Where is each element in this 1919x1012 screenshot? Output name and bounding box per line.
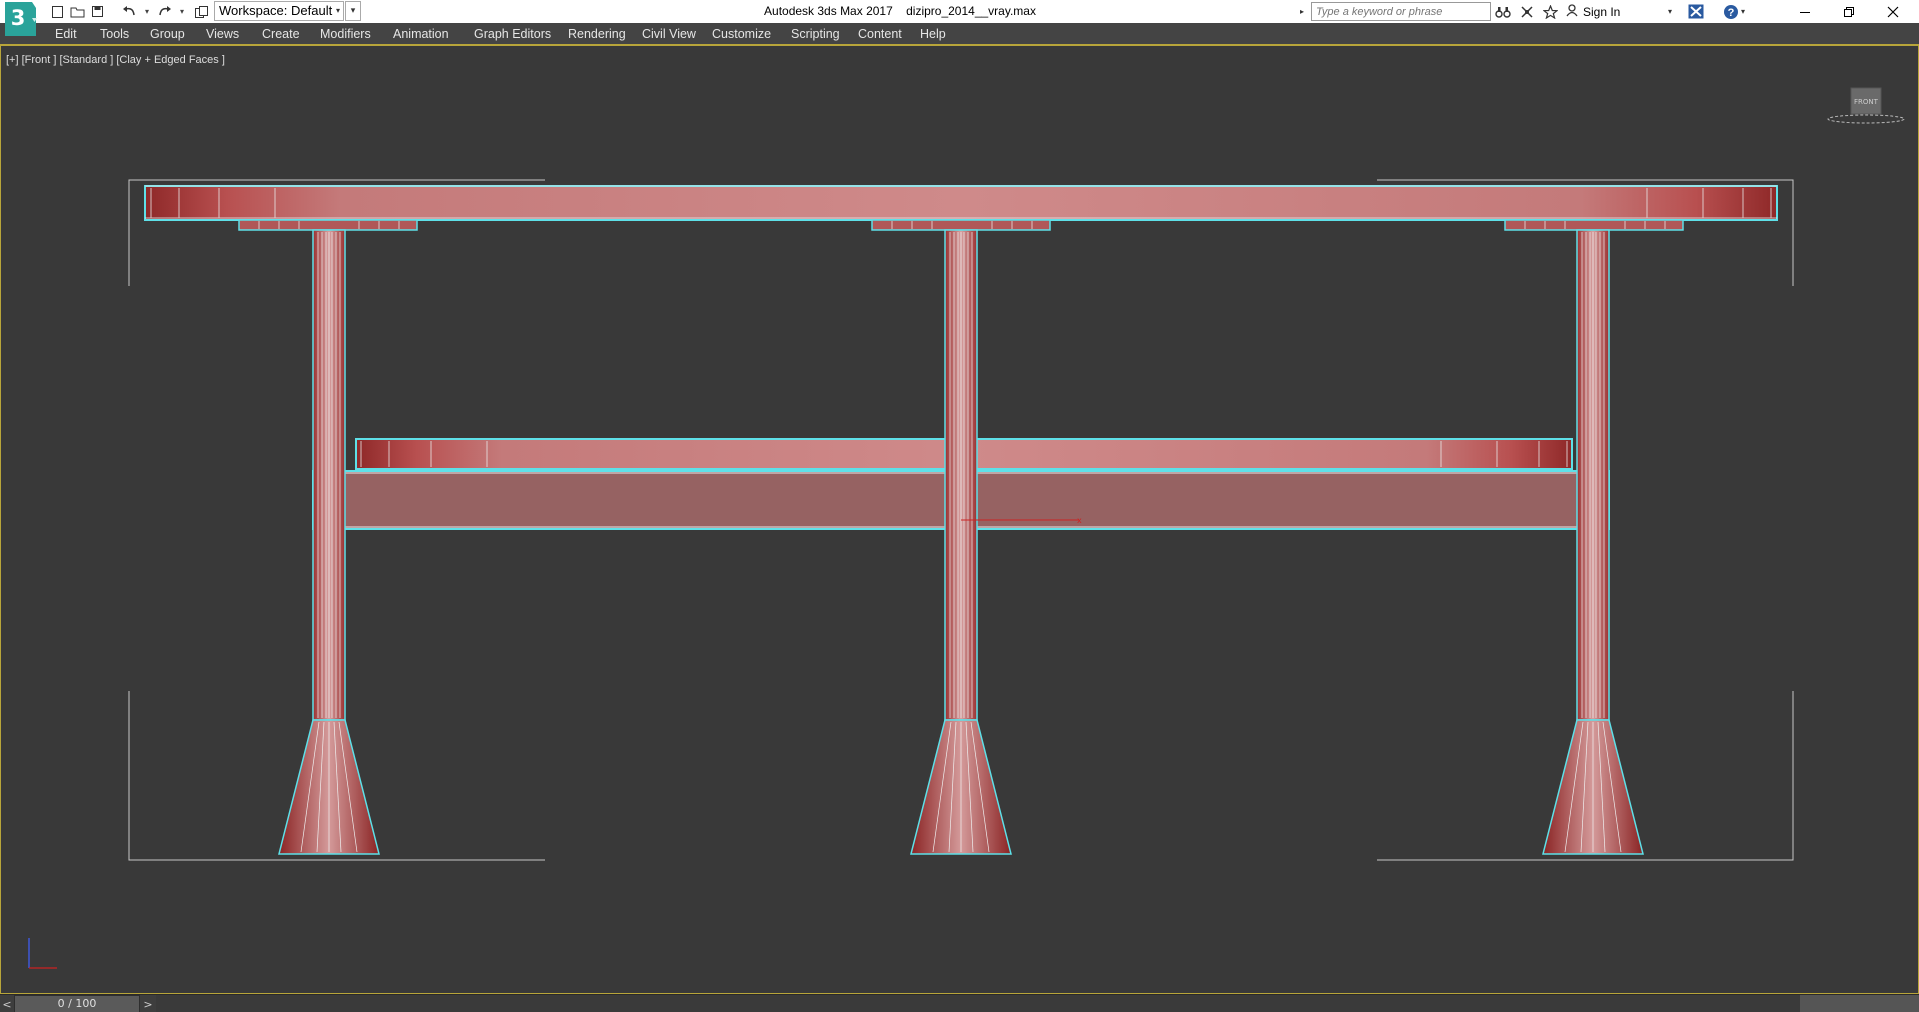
time-slider-bar: < 0 / 100 > [0, 994, 1919, 1012]
restore-button[interactable] [1827, 0, 1871, 23]
workspace-menu-button[interactable]: ▾ [345, 1, 361, 21]
title-bar: ▾ ▾ Workspace: Default ▾ ▾ Autodesk 3ds … [0, 0, 1919, 23]
menu-modifiers[interactable]: Modifiers [320, 23, 371, 45]
svg-text:?: ? [1728, 7, 1735, 19]
front-viewport[interactable]: [+] [Front ] [Standard ] [Clay + Edged F… [0, 45, 1919, 994]
bracket[interactable] [238, 219, 418, 231]
help-icon[interactable]: ? ▾ [1720, 2, 1748, 21]
menu-scripting[interactable]: Scripting [791, 23, 840, 45]
menu-civil-view[interactable]: Civil View [642, 23, 696, 45]
infocenter-collapse-icon[interactable]: ▸ [1300, 3, 1310, 20]
menu-bar: Edit Tools Group Views Create Modifiers … [0, 23, 1919, 45]
minimize-button[interactable] [1783, 0, 1827, 23]
time-prev-button[interactable]: < [0, 995, 14, 1012]
menu-content[interactable]: Content [858, 23, 902, 45]
menu-arrow-icon: ▾ [350, 6, 356, 16]
new-file-icon[interactable] [48, 3, 66, 20]
sign-in-button[interactable]: Sign In ▾ [1566, 0, 1676, 23]
autodesk-exchange-icon[interactable] [1686, 2, 1706, 21]
menu-views[interactable]: Views [206, 23, 239, 45]
svg-text:x: x [1077, 516, 1082, 525]
menu-animation[interactable]: Animation [393, 23, 449, 45]
menu-tools[interactable]: Tools [100, 23, 129, 45]
time-next-button[interactable]: > [140, 995, 156, 1012]
scene-canvas[interactable]: x [1, 46, 1918, 993]
viewcube-face-label: FRONT [1854, 98, 1879, 106]
viewcube[interactable]: FRONT [1823, 86, 1909, 126]
menu-rendering[interactable]: Rendering [568, 23, 626, 45]
leg[interactable] [278, 229, 380, 855]
favorites-star-icon[interactable] [1540, 2, 1560, 21]
undo-dropdown-icon[interactable]: ▾ [143, 5, 151, 17]
top-beam[interactable] [144, 185, 1778, 221]
window-title: Autodesk 3ds Max 2017 dizipro_2014__vray… [600, 0, 1200, 23]
horizontal-scrollbar[interactable] [1800, 995, 1919, 1012]
axis-tripod-icon [28, 938, 57, 969]
search-input[interactable] [1311, 2, 1491, 21]
menu-graph-editors[interactable]: Graph Editors [474, 23, 551, 45]
chevron-down-icon: ▾ [1740, 7, 1745, 16]
menu-customize[interactable]: Customize [712, 23, 771, 45]
undo-icon[interactable] [120, 3, 138, 20]
close-button[interactable] [1871, 0, 1915, 23]
redo-icon[interactable] [155, 3, 173, 20]
open-folder-icon[interactable] [68, 3, 86, 20]
leg[interactable] [910, 229, 1012, 855]
save-icon[interactable] [88, 3, 106, 20]
binoculars-icon[interactable] [1493, 2, 1513, 21]
leg[interactable] [1542, 229, 1644, 855]
workspace-label: Workspace: Default [219, 3, 333, 18]
menu-edit[interactable]: Edit [55, 23, 77, 45]
bracket[interactable] [871, 219, 1051, 231]
menu-help[interactable]: Help [920, 23, 946, 45]
redo-dropdown-icon[interactable]: ▾ [178, 5, 186, 17]
menu-group[interactable]: Group [150, 23, 185, 45]
chevron-down-icon: ▾ [335, 6, 340, 15]
chevron-down-icon: ▾ [1667, 7, 1672, 16]
workspace-dropdown[interactable]: Workspace: Default ▾ [214, 1, 344, 21]
3ds-max-logo-icon[interactable]: 3 [2, 0, 38, 42]
project-folder-icon[interactable] [192, 3, 210, 20]
app-name: Autodesk 3ds Max 2017 [764, 4, 893, 18]
time-track[interactable] [156, 995, 1800, 1012]
file-name: dizipro_2014__vray.max [906, 4, 1036, 18]
logo-text: 3 [11, 6, 26, 30]
user-icon [1566, 3, 1578, 20]
bracket[interactable] [1504, 219, 1684, 231]
menu-create[interactable]: Create [262, 23, 300, 45]
communication-center-icon[interactable] [1517, 2, 1537, 21]
sign-in-label: Sign In [1583, 4, 1621, 19]
time-slider[interactable]: 0 / 100 [14, 995, 140, 1012]
